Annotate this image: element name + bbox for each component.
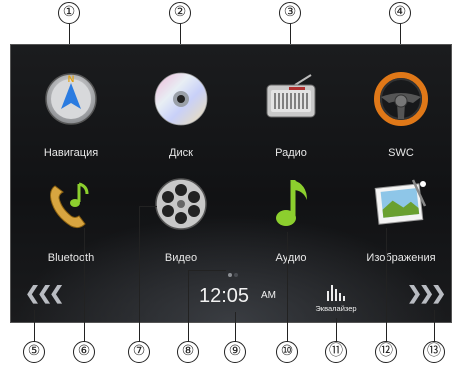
callout-5-leader — [34, 310, 35, 342]
callout-8-leader — [188, 270, 189, 342]
svg-text:N: N — [68, 74, 75, 84]
callout-10-leader — [287, 232, 288, 342]
app-label-navigation: Навигация — [43, 147, 99, 159]
app-label-disc: Диск — [169, 147, 193, 159]
callout-2: ② — [169, 2, 191, 24]
steering-wheel-icon — [374, 72, 428, 126]
film-reel-icon — [155, 178, 207, 230]
callout-4: ④ — [389, 2, 411, 24]
app-radio[interactable]: Радио — [241, 71, 341, 181]
app-swc[interactable]: SWC — [351, 71, 451, 181]
callout-6: ⑥ — [73, 341, 95, 363]
callout-1: ① — [58, 2, 80, 24]
callout-11: ⑪ — [325, 341, 347, 363]
callout-8: ⑧ — [177, 341, 199, 363]
callout-12: ⑫ — [375, 341, 397, 363]
bottom-bar: ❮❮❮ 12:05 AM Эквалайзер ❯❯❯ — [11, 274, 451, 322]
callout-13: ⑬ — [423, 341, 445, 363]
callout-5: ⑤ — [23, 341, 45, 363]
callout-11-leader — [336, 318, 337, 342]
app-label-radio: Радио — [275, 147, 307, 159]
app-label-swc: SWC — [388, 147, 414, 159]
callout-3: ③ — [279, 2, 301, 24]
app-audio[interactable]: Аудио — [241, 176, 341, 286]
app-label-audio: Аудио — [275, 252, 307, 264]
equalizer-label: Эквалайзер — [315, 304, 357, 313]
next-page-icon[interactable]: ❯❯❯ — [407, 283, 446, 304]
callout-8-leader-h — [188, 270, 226, 271]
radio-icon — [266, 74, 316, 118]
callout-10: ⑩ — [276, 341, 298, 363]
disc-icon — [154, 72, 208, 126]
app-label-bluetooth: Bluetooth — [47, 252, 95, 264]
callout-9: ⑨ — [224, 341, 246, 363]
equalizer-icon — [327, 285, 345, 301]
app-images[interactable]: Изображения — [351, 176, 451, 286]
app-bluetooth[interactable]: Bluetooth — [21, 176, 121, 286]
app-disc[interactable]: Диск — [131, 71, 231, 181]
equalizer-button[interactable]: Эквалайзер — [306, 277, 366, 315]
music-note-icon — [276, 180, 307, 226]
callout-7-leader-h — [139, 206, 157, 207]
callout-12-leader — [386, 228, 387, 342]
clock-ampm: AM — [261, 290, 276, 301]
navigation-compass-icon: N — [45, 73, 97, 125]
callout-9-leader — [235, 312, 236, 342]
photo-icon — [374, 179, 427, 225]
phone-music-icon — [50, 182, 89, 229]
app-label-images: Изображения — [366, 252, 436, 264]
clock-time: 12:05 — [199, 285, 250, 307]
callout-6-leader — [84, 228, 85, 342]
callout-7: ⑦ — [128, 341, 150, 363]
prev-page-icon[interactable]: ❮❮❮ — [25, 283, 64, 304]
callout-13-leader — [434, 310, 435, 342]
app-navigation[interactable]: N Навигация — [21, 71, 121, 181]
callout-7-leader — [139, 206, 140, 342]
